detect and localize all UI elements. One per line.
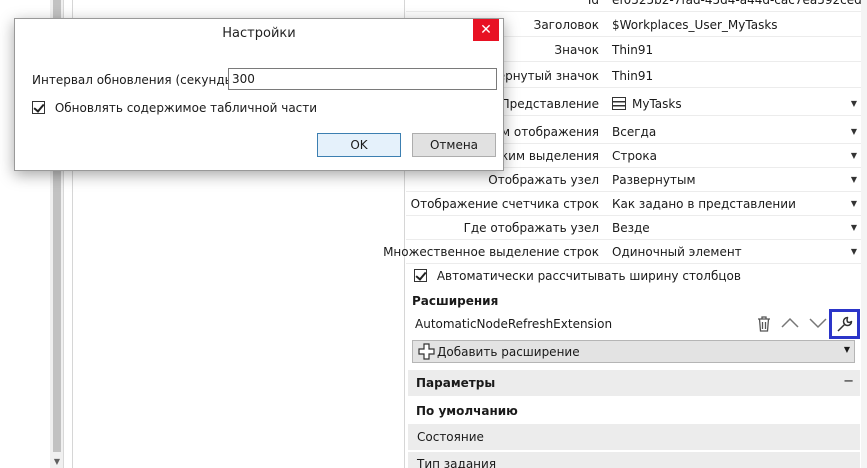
- prop-value-display-mode[interactable]: Всегда: [606, 120, 861, 144]
- table-view-icon: [612, 97, 626, 110]
- add-extension-label: Добавить расширение: [437, 345, 580, 359]
- prop-row-show-node: Отображать узел Развернутым ▼: [406, 168, 861, 192]
- dropdown-arrow-icon[interactable]: ▼: [851, 144, 857, 168]
- prop-label-view: Представление: [500, 97, 599, 111]
- param-label-task-type: Тип задания: [417, 457, 497, 468]
- autowidth-label: Автоматически рассчитывать ширину столбц…: [436, 269, 741, 283]
- prop-value-expanded-icon[interactable]: Thin91: [606, 64, 861, 88]
- chevron-down-icon[interactable]: [809, 316, 827, 333]
- wrench-settings-button[interactable]: [829, 309, 860, 339]
- extensions-section-title: Расширения: [412, 294, 499, 308]
- extension-item[interactable]: AutomaticNodeRefreshExtension: [408, 309, 860, 339]
- params-section-title: Параметры: [416, 376, 496, 390]
- prop-row-id: Id ef0525b2-7fad-45d4-a44d-cac7ea592ced: [406, 0, 861, 12]
- refresh-label: Обновлять содержимое табличной части: [54, 101, 318, 115]
- prop-value-show-node[interactable]: Развернутым: [606, 168, 861, 192]
- prop-label-header: Заголовок: [533, 18, 599, 32]
- default-group-title: По умолчанию: [416, 404, 518, 418]
- ok-button[interactable]: OK: [317, 133, 401, 157]
- refresh-option[interactable]: Обновлять содержимое табличной части: [32, 101, 317, 115]
- prop-row-where: Где отображать узел Везде ▼: [406, 216, 861, 240]
- interval-input[interactable]: 300: [228, 68, 497, 90]
- dropdown-arrow-icon[interactable]: ▼: [851, 92, 857, 116]
- dialog-title: Настройки: [15, 19, 503, 49]
- add-extension-button[interactable]: Добавить расширение ▼: [412, 340, 855, 363]
- dropdown-arrow-icon[interactable]: ▼: [851, 168, 857, 192]
- chevron-up-icon[interactable]: [781, 316, 799, 333]
- settings-dialog: Настройки ✕ Интервал обновления (секунды…: [14, 18, 504, 171]
- prop-value-multi[interactable]: Одиночный элемент: [606, 240, 861, 264]
- dropdown-arrow-icon[interactable]: ▼: [851, 192, 857, 216]
- param-row-task-type[interactable]: Тип задания: [408, 452, 860, 468]
- collapse-icon[interactable]: −: [843, 374, 854, 389]
- scroll-down-arrow-icon[interactable]: ▼: [50, 456, 64, 468]
- prop-label-id: Id: [587, 0, 599, 7]
- trash-icon[interactable]: [756, 315, 772, 336]
- prop-value-view[interactable]: MyTasks: [606, 92, 861, 116]
- wrench-icon: [837, 316, 853, 332]
- prop-label-where: Где отображать узел: [463, 221, 599, 235]
- prop-label-icon: Значок: [554, 43, 599, 57]
- cancel-button[interactable]: Отмена: [412, 133, 496, 157]
- dropdown-arrow-icon[interactable]: ▼: [851, 120, 857, 144]
- close-icon[interactable]: ✕: [473, 19, 499, 41]
- prop-label-show-node: Отображать узел: [488, 173, 599, 187]
- interval-label: Интервал обновления (секунды): [32, 73, 239, 87]
- prop-value-icon[interactable]: Thin91: [606, 38, 861, 62]
- autowidth-option[interactable]: Автоматически рассчитывать ширину столбц…: [414, 269, 741, 283]
- prop-value-id[interactable]: ef0525b2-7fad-45d4-a44d-cac7ea592ced: [606, 0, 861, 12]
- param-row-state[interactable]: Состояние: [408, 424, 860, 450]
- refresh-checkbox[interactable]: [32, 101, 45, 114]
- properties-scrollbar[interactable]: [861, 0, 867, 468]
- autowidth-checkbox[interactable]: [414, 269, 427, 282]
- prop-value-counter[interactable]: Как задано в представлении: [606, 192, 861, 216]
- dropdown-arrow-icon[interactable]: ▼: [844, 345, 850, 354]
- param-label-state: Состояние: [417, 430, 484, 444]
- view-name: MyTasks: [632, 97, 682, 111]
- prop-value-selection-mode[interactable]: Строка: [606, 144, 861, 168]
- params-section-header[interactable]: Параметры −: [408, 370, 860, 396]
- prop-row-counter: Отображение счетчика строк Как задано в …: [406, 192, 861, 216]
- dropdown-arrow-icon[interactable]: ▼: [851, 216, 857, 240]
- extension-name: AutomaticNodeRefreshExtension: [415, 317, 613, 331]
- prop-label-multi: Множественное выделение строк: [383, 245, 599, 259]
- prop-value-where[interactable]: Везде: [606, 216, 861, 240]
- prop-value-header[interactable]: $Workplaces_User_MyTasks: [606, 13, 861, 37]
- dropdown-arrow-icon[interactable]: ▼: [851, 240, 857, 264]
- plus-icon: [418, 343, 435, 363]
- prop-row-multi: Множественное выделение строк Одиночный …: [383, 240, 861, 264]
- prop-label-counter: Отображение счетчика строк: [410, 197, 599, 211]
